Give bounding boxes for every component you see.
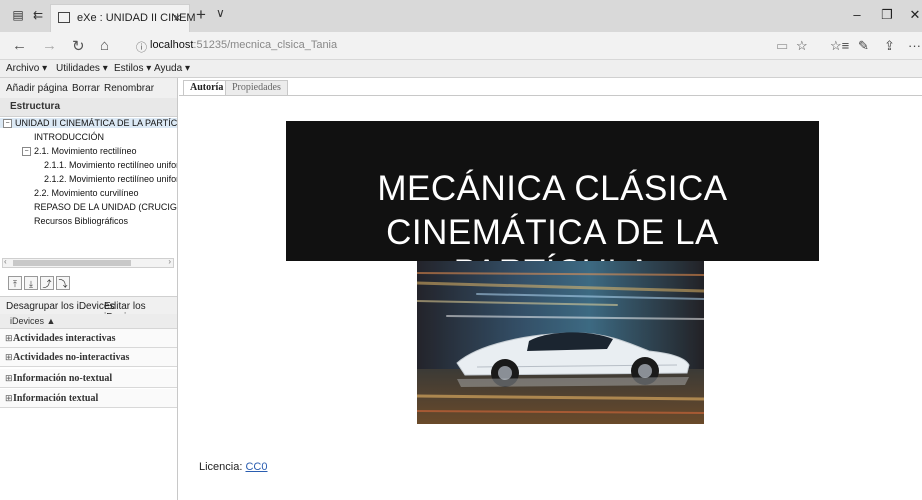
close-tab-icon[interactable]: × — [173, 10, 181, 25]
category-label: Información no-textual — [13, 373, 113, 384]
category-informacion-no-textual[interactable]: ⊞ Información no-textual — [0, 369, 177, 388]
favorites-list-icon[interactable]: ☆≡ — [830, 38, 849, 54]
structure-tree: − UNIDAD II CINEMÁTICA DE LA PARTÍCULA IN… — [0, 116, 177, 256]
structure-title: Estructura — [10, 101, 61, 112]
collapse-icon[interactable]: − — [3, 119, 12, 129]
structure-header: Estructura — [0, 98, 177, 117]
menu-ayuda[interactable]: Ayuda ▾ — [154, 63, 190, 74]
tree-horizontal-scrollbar[interactable]: ‹ › — [2, 257, 174, 268]
idevices-header[interactable]: iDevices ▲ — [0, 314, 177, 329]
expand-icon: ⊞ — [5, 373, 13, 383]
url-host: localhost — [150, 39, 194, 51]
menu-utilidades[interactable]: Utilidades ▾ — [56, 63, 108, 74]
notes-icon[interactable]: ✎ — [858, 38, 869, 54]
set-aside-tabs-icon[interactable]: ⇇ — [30, 8, 46, 22]
tab-divider — [179, 95, 922, 96]
category-label: Actividades no-interactivas — [13, 352, 130, 363]
info-icon[interactable]: ⓘ — [136, 39, 147, 55]
scroll-left-icon[interactable]: ‹ — [4, 257, 7, 266]
idevices-header-label: iDevices ▲ — [10, 316, 56, 326]
tree-item-label: UNIDAD II CINEMÁTICA DE LA PARTÍCULA — [15, 118, 177, 128]
category-actividades-no-interactivas[interactable]: ⊞ Actividades no-interactivas — [0, 348, 177, 367]
tab-propiedades[interactable]: Propiedades — [225, 80, 288, 96]
move-up-icon[interactable]: ⤴ — [40, 276, 54, 290]
title-banner: MECÁNICA CLÁSICA CINEMÁTICA DE LA PARTÍC… — [286, 121, 819, 292]
browser-titlebar: ▤ ⇇ eXe : UNIDAD II CINEM × + ∨ – ❐ ✕ — [0, 0, 922, 32]
page-toolbar: Añadir página Borrar Renombrar — [0, 78, 177, 99]
minimize-button[interactable]: – — [842, 7, 872, 22]
tree-item-recursos[interactable]: Recursos Bibliográficos — [34, 216, 128, 226]
page-icon — [58, 12, 70, 23]
menu-estilos[interactable]: Estilos ▾ — [114, 63, 151, 74]
forward-icon[interactable]: → — [42, 37, 57, 54]
category-informacion-textual[interactable]: ⊞ Información textual — [0, 389, 177, 408]
url-path: :51235/mecnica_clsica_Tania — [193, 39, 338, 51]
demote-icon[interactable]: ⤓ — [24, 276, 38, 290]
left-panel: Añadir página Borrar Renombrar Estructur… — [0, 78, 178, 500]
favorite-star-icon[interactable]: ☆ — [796, 38, 808, 54]
tree-item-repaso[interactable]: REPASO DE LA UNIDAD (CRUCIGRAMA HO — [34, 202, 177, 212]
ungroup-idevices-button[interactable]: Desagrupar los iDevices — [6, 301, 114, 312]
car-photo — [417, 261, 704, 424]
tab-autoria[interactable]: Autoría — [183, 80, 231, 96]
category-label: Actividades interactivas — [13, 333, 116, 344]
expand-icon: ⊞ — [5, 393, 13, 403]
tab-actions-icon[interactable]: ▤ — [10, 8, 26, 22]
tree-item-movimiento-curvilineo[interactable]: 2.2. Movimiento curvilíneo — [34, 188, 139, 198]
content-area: Autoría Propiedades MECÁNICA CLÁSICA CIN… — [179, 78, 922, 500]
tree-item-introduccion[interactable]: INTRODUCCIÓN — [34, 132, 104, 142]
collapse-icon[interactable]: − — [22, 147, 31, 157]
tree-item-2-1-2[interactable]: 2.1.2. Movimiento rectilíneo uniformem — [44, 174, 177, 184]
back-icon[interactable]: ← — [12, 37, 27, 54]
url-field[interactable]: localhost:51235/mecnica_clsica_Tania — [150, 39, 337, 51]
license-label: Licencia: — [199, 461, 243, 473]
expand-icon: ⊞ — [5, 333, 13, 343]
banner-title-line1: MECÁNICA CLÁSICA — [377, 169, 728, 208]
more-icon[interactable]: ··· — [908, 38, 921, 53]
idevices-toolbar: Desagrupar los iDevices Editar los iDevi… — [0, 296, 177, 323]
new-tab-button[interactable]: + — [196, 5, 206, 25]
close-window-button[interactable]: ✕ — [900, 7, 922, 23]
refresh-icon[interactable]: ↻ — [72, 37, 85, 55]
share-icon[interactable]: ⇪ — [884, 38, 895, 54]
license-line: Licencia: CC0 — [199, 461, 268, 473]
scroll-thumb[interactable] — [13, 260, 131, 266]
home-icon[interactable]: ⌂ — [100, 37, 109, 54]
category-label: Información textual — [13, 393, 99, 404]
add-page-button[interactable]: Añadir página — [6, 83, 68, 94]
reading-view-icon[interactable]: ▭ — [776, 38, 788, 54]
tree-item-label: 2.1. Movimiento rectilíneo — [34, 146, 137, 156]
tree-item-2-1-1[interactable]: 2.1.1. Movimiento rectilíneo uniforme. — [44, 160, 177, 170]
browser-tab[interactable]: eXe : UNIDAD II CINEM × — [50, 4, 196, 32]
tab-menu-icon[interactable]: ∨ — [216, 6, 225, 20]
rename-page-button[interactable]: Renombrar — [104, 83, 154, 94]
category-actividades-interactivas[interactable]: ⊞ Actividades interactivas — [0, 329, 177, 348]
delete-page-button[interactable]: Borrar — [72, 83, 100, 94]
license-link[interactable]: CC0 — [245, 461, 267, 473]
maximize-button[interactable]: ❐ — [872, 7, 902, 23]
menu-archivo[interactable]: Archivo ▾ — [6, 63, 47, 74]
tree-item-root[interactable]: − UNIDAD II CINEMÁTICA DE LA PARTÍCULA — [0, 118, 177, 129]
scroll-right-icon[interactable]: › — [168, 257, 171, 266]
tree-item-movimiento-rectilineo[interactable]: −2.1. Movimiento rectilíneo — [22, 146, 137, 157]
app-menubar: Archivo ▾ Utilidades ▾ Estilos ▾ Ayuda ▾ — [0, 60, 922, 78]
expand-icon: ⊞ — [5, 352, 13, 362]
promote-icon[interactable]: ⤒ — [8, 276, 22, 290]
address-bar: ← → ↻ ⌂ ⓘ localhost:51235/mecnica_clsica… — [0, 32, 922, 60]
move-down-icon[interactable]: ⤵ — [56, 276, 70, 290]
